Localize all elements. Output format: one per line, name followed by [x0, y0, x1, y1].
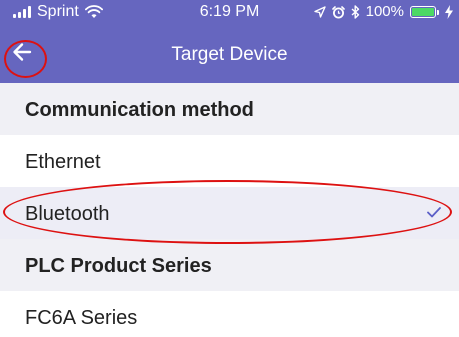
- page-title: Target Device: [171, 44, 288, 65]
- location-arrow-icon: [313, 6, 326, 18]
- battery-icon: [410, 6, 439, 18]
- option-label: Bluetooth: [25, 203, 110, 225]
- alarm-clock-icon: [331, 5, 345, 18]
- status-right: 100%: [313, 3, 453, 20]
- battery-percent: 100%: [365, 3, 404, 20]
- section-header-communication: Communication method: [0, 83, 459, 135]
- charging-bolt-icon: [445, 5, 453, 19]
- option-label: FC6A Series: [25, 307, 138, 329]
- option-ethernet[interactable]: Ethernet: [0, 135, 459, 187]
- option-bluetooth[interactable]: Bluetooth: [0, 187, 459, 239]
- battery-fill: [412, 8, 434, 16]
- screen: Sprint 6:19 PM 100% Target Device Commun…: [0, 0, 459, 337]
- section-header-plc-series: PLC Product Series: [0, 239, 459, 291]
- bluetooth-icon: [351, 5, 359, 19]
- section-header-label: Communication method: [25, 99, 254, 121]
- status-bar: Sprint 6:19 PM 100%: [0, 0, 459, 24]
- checkmark-icon: [427, 207, 441, 218]
- option-fc6a-series[interactable]: FC6A Series: [0, 291, 459, 337]
- option-label: Ethernet: [25, 151, 101, 173]
- nav-bar: Target Device: [0, 24, 459, 83]
- app-header: Sprint 6:19 PM 100% Target Device: [0, 0, 459, 83]
- section-header-label: PLC Product Series: [25, 255, 212, 277]
